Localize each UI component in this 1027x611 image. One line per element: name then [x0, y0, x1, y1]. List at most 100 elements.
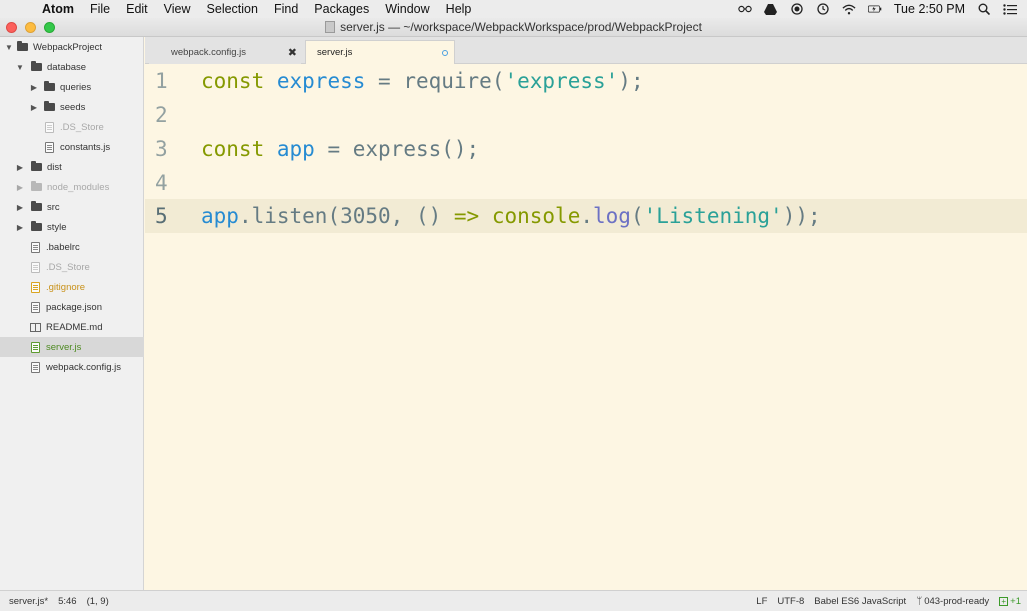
chevron-right-icon[interactable]: ▶: [29, 83, 39, 92]
file-icon: [45, 121, 54, 133]
status-grammar[interactable]: Babel ES6 JavaScript: [814, 596, 906, 607]
status-branch-name: 043-prod-ready: [924, 595, 990, 607]
code-token: const: [201, 69, 265, 93]
chevron-right-icon[interactable]: ▶: [15, 203, 25, 212]
menu-help[interactable]: Help: [438, 0, 480, 18]
chevron-down-icon[interactable]: ▼: [4, 43, 14, 52]
status-bar-right: LF UTF-8 Babel ES6 JavaScript ᛘ 043-prod-…: [756, 596, 1027, 607]
tree-item-file[interactable]: .DS_Store: [0, 117, 144, 137]
tree-item-folder[interactable]: ▶ dist: [0, 157, 144, 177]
code-token: require: [403, 69, 492, 93]
status-file-name[interactable]: server.js*: [9, 596, 48, 607]
window-title: server.js — ~/workspace/WebpackWorkspace…: [340, 20, 702, 34]
window-title-bar[interactable]: server.js — ~/workspace/WebpackWorkspace…: [0, 18, 1027, 37]
code-line-current[interactable]: app.listen(3050, () => console.log('List…: [201, 199, 1027, 233]
menu-bar-clock[interactable]: Tue 2:50 PM: [894, 2, 965, 16]
tree-item-file[interactable]: constants.js: [0, 137, 144, 157]
book-icon: [30, 322, 41, 332]
code-token: app: [276, 137, 315, 161]
file-icon: [31, 281, 40, 293]
code-token: (: [491, 69, 505, 93]
notification-list-icon[interactable]: [1003, 3, 1017, 15]
status-git-diff[interactable]: + +1: [999, 596, 1021, 607]
menu-window[interactable]: Window: [377, 0, 437, 18]
chevron-right-icon[interactable]: ▶: [15, 223, 25, 232]
menu-edit[interactable]: Edit: [118, 0, 156, 18]
tree-item-root-folder[interactable]: ▼ WebpackProject: [0, 37, 144, 57]
tree-item-folder[interactable]: ▶ queries: [0, 77, 144, 97]
tree-item-file[interactable]: package.json: [0, 297, 144, 317]
record-icon[interactable]: [790, 3, 804, 15]
minimize-window-button[interactable]: [25, 22, 36, 33]
text-editor[interactable]: 1 2 3 4 5 const express = require('expre…: [145, 64, 1027, 590]
status-selection-count[interactable]: (1, 9): [87, 596, 109, 607]
code-line[interactable]: [201, 166, 1027, 200]
tree-item-file[interactable]: webpack.config.js: [0, 357, 144, 377]
tab-server-js[interactable]: server.js: [305, 40, 455, 64]
file-icon: [45, 141, 54, 153]
maximize-window-button[interactable]: [44, 22, 55, 33]
tree-item-label: server.js: [46, 341, 82, 353]
status-line-ending[interactable]: LF: [756, 596, 767, 607]
chevron-right-icon[interactable]: ▶: [15, 163, 25, 172]
code-token: express: [276, 69, 366, 93]
tree-item-file[interactable]: .DS_Store: [0, 257, 144, 277]
close-window-button[interactable]: [6, 22, 17, 33]
tree-item-label: style: [47, 221, 67, 233]
modified-indicator-icon[interactable]: [442, 49, 448, 56]
chevron-down-icon[interactable]: ▼: [15, 63, 25, 72]
tree-view: ▼ WebpackProject ▼ database ▶ queries ▶ …: [0, 37, 144, 590]
line-number: 1: [155, 69, 168, 93]
line-number: 4: [155, 171, 168, 195]
status-branch[interactable]: ᛘ 043-prod-ready: [916, 596, 989, 607]
menu-selection[interactable]: Selection: [199, 0, 266, 18]
tree-item-file[interactable]: .gitignore: [0, 277, 144, 297]
code-token: 'express': [504, 69, 619, 93]
drive-icon[interactable]: [764, 3, 778, 15]
tree-item-folder[interactable]: ▶ seeds: [0, 97, 144, 117]
chevron-right-icon[interactable]: ▶: [15, 183, 25, 192]
menu-view[interactable]: View: [156, 0, 199, 18]
tab-bar: webpack.config.js ✖ server.js: [145, 37, 1027, 64]
tree-item-folder[interactable]: ▶ src: [0, 197, 144, 217]
window-controls: [6, 22, 55, 33]
menu-file[interactable]: File: [82, 0, 118, 18]
menu-bar-status-area: Tue 2:50 PM: [738, 2, 1027, 16]
tree-item-folder[interactable]: ▶ style: [0, 217, 144, 237]
code-line[interactable]: [201, 98, 1027, 132]
glasses-icon[interactable]: [738, 3, 752, 15]
tree-item-file[interactable]: README.md: [0, 317, 144, 337]
file-icon: [31, 341, 40, 353]
menu-packages[interactable]: Packages: [306, 0, 377, 18]
status-bar: server.js* 5:46 (1, 9) LF UTF-8 Babel ES…: [0, 590, 1027, 611]
code-token: listen: [251, 204, 328, 228]
code-line[interactable]: const app = express();: [201, 132, 1027, 166]
tree-item-file[interactable]: .babelrc: [0, 237, 144, 257]
tree-item-label: webpack.config.js: [46, 361, 121, 373]
status-cursor-position[interactable]: 5:46: [58, 596, 77, 607]
code-token: );: [618, 69, 644, 93]
chevron-right-icon[interactable]: ▶: [29, 103, 39, 112]
tab-label: server.js: [317, 47, 353, 58]
menu-app-name[interactable]: Atom: [34, 0, 82, 18]
document-proxy-icon[interactable]: [325, 21, 336, 33]
tab-webpack-config[interactable]: webpack.config.js ✖: [149, 40, 301, 64]
tree-item-file-selected[interactable]: server.js: [0, 337, 144, 357]
wifi-icon[interactable]: [842, 3, 856, 15]
tree-item-label: .DS_Store: [60, 121, 104, 133]
close-icon[interactable]: ✖: [288, 46, 297, 59]
code-line[interactable]: const express = require('express');: [201, 64, 1027, 98]
tree-item-folder[interactable]: ▼ database: [0, 57, 144, 77]
spotlight-search-icon[interactable]: [977, 3, 991, 15]
tree-item-label: database: [47, 61, 87, 73]
status-encoding[interactable]: UTF-8: [777, 596, 804, 607]
tree-item-folder[interactable]: ▶ node_modules: [0, 177, 144, 197]
file-icon: [31, 301, 40, 313]
battery-icon[interactable]: [867, 3, 882, 15]
code-token: .: [580, 204, 594, 228]
menu-find[interactable]: Find: [266, 0, 306, 18]
time-machine-icon[interactable]: [816, 3, 830, 15]
code-token: console: [491, 204, 581, 228]
